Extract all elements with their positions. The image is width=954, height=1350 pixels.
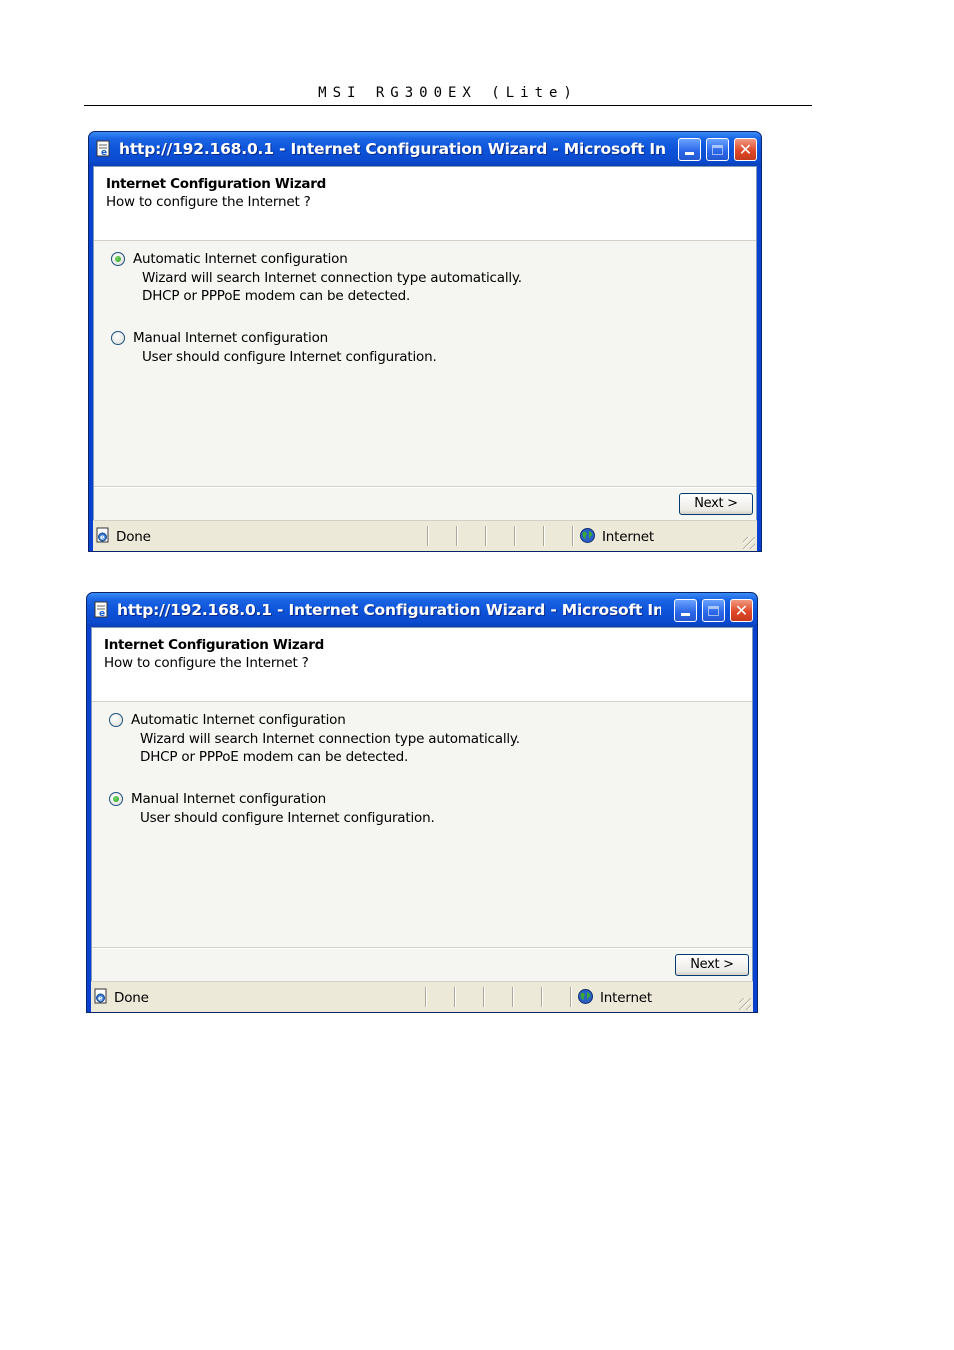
minimize-icon bbox=[685, 152, 694, 155]
wizard-header: Internet Configuration Wizard How to con… bbox=[92, 628, 752, 702]
status-divider bbox=[572, 526, 574, 546]
maximize-button[interactable] bbox=[706, 138, 729, 161]
option-automatic-desc-2: DHCP or PPPoE modem can be detected. bbox=[140, 749, 409, 765]
close-icon: ✕ bbox=[738, 140, 753, 159]
window-title: http://192.168.0.1 - Internet Configurat… bbox=[117, 601, 661, 619]
maximize-icon bbox=[712, 144, 723, 155]
status-divider bbox=[456, 526, 458, 546]
window-title: http://192.168.0.1 - Internet Configurat… bbox=[119, 140, 665, 158]
title-bar[interactable]: e http://192.168.0.1 - Internet Configur… bbox=[89, 132, 761, 166]
option-manual-label[interactable]: Manual Internet configuration bbox=[131, 791, 326, 807]
next-button[interactable]: Next > bbox=[679, 493, 753, 515]
zone-text: Internet bbox=[602, 529, 655, 545]
minimize-icon bbox=[681, 613, 690, 616]
status-divider bbox=[514, 526, 516, 546]
status-divider bbox=[512, 987, 514, 1007]
next-button[interactable]: Next > bbox=[675, 954, 749, 976]
wizard-window-manual: e http://192.168.0.1 - Internet Configur… bbox=[86, 592, 758, 1013]
option-automatic-desc-2: DHCP or PPPoE modem can be detected. bbox=[142, 288, 411, 304]
status-bar: e Done Internet bbox=[91, 981, 753, 1012]
status-text: Done bbox=[116, 529, 151, 545]
close-button[interactable]: ✕ bbox=[730, 599, 753, 622]
status-divider bbox=[427, 526, 429, 546]
status-divider bbox=[485, 526, 487, 546]
svg-text:e: e bbox=[98, 995, 103, 1003]
wizard-subtitle: How to configure the Internet ? bbox=[106, 194, 311, 210]
status-divider bbox=[570, 987, 572, 1007]
radio-manual[interactable] bbox=[111, 331, 125, 345]
wizard-body: Automatic Internet configuration Wizard … bbox=[94, 241, 756, 486]
document-header: MSI RG300EX (Lite) bbox=[84, 84, 812, 106]
wizard-client-area: Internet Configuration Wizard How to con… bbox=[93, 166, 757, 521]
radio-manual[interactable] bbox=[109, 792, 123, 806]
status-text: Done bbox=[114, 990, 149, 1006]
option-manual-desc-1: User should configure Internet configura… bbox=[142, 349, 437, 365]
wizard-client-area: Internet Configuration Wizard How to con… bbox=[91, 627, 753, 982]
ie-page-icon: e bbox=[94, 988, 107, 1004]
wizard-title: Internet Configuration Wizard bbox=[104, 637, 324, 653]
close-button[interactable]: ✕ bbox=[734, 138, 757, 161]
radio-automatic[interactable] bbox=[109, 713, 123, 727]
wizard-header: Internet Configuration Wizard How to con… bbox=[94, 167, 756, 241]
wizard-body: Automatic Internet configuration Wizard … bbox=[92, 702, 752, 947]
svg-text:e: e bbox=[99, 609, 105, 619]
option-automatic-desc-1: Wizard will search Internet connection t… bbox=[140, 731, 520, 747]
wizard-window-automatic: e http://192.168.0.1 - Internet Configur… bbox=[88, 131, 762, 552]
option-manual-desc-1: User should configure Internet configura… bbox=[140, 810, 435, 826]
option-manual-label[interactable]: Manual Internet configuration bbox=[133, 330, 328, 346]
ie-page-icon: e bbox=[96, 527, 109, 543]
radio-automatic[interactable] bbox=[111, 252, 125, 266]
internet-globe-icon bbox=[580, 528, 595, 543]
minimize-button[interactable] bbox=[674, 599, 697, 622]
svg-text:e: e bbox=[100, 534, 105, 542]
close-icon: ✕ bbox=[734, 601, 749, 620]
internet-globe-icon bbox=[578, 989, 593, 1004]
svg-text:e: e bbox=[101, 148, 107, 158]
option-automatic-label[interactable]: Automatic Internet configuration bbox=[133, 251, 348, 267]
ie-page-icon: e bbox=[94, 601, 108, 619]
resize-grip[interactable] bbox=[743, 537, 755, 549]
ie-page-icon: e bbox=[96, 140, 110, 158]
wizard-subtitle: How to configure the Internet ? bbox=[104, 655, 309, 671]
status-bar: e Done Internet bbox=[93, 520, 757, 551]
status-divider bbox=[483, 987, 485, 1007]
option-automatic-desc-1: Wizard will search Internet connection t… bbox=[142, 270, 522, 286]
status-divider bbox=[541, 987, 543, 1007]
zone-text: Internet bbox=[600, 990, 653, 1006]
status-divider bbox=[425, 987, 427, 1007]
wizard-footer: Next > bbox=[94, 486, 756, 520]
maximize-icon bbox=[708, 605, 719, 616]
wizard-title: Internet Configuration Wizard bbox=[106, 176, 326, 192]
option-automatic-label[interactable]: Automatic Internet configuration bbox=[131, 712, 346, 728]
wizard-footer: Next > bbox=[92, 947, 752, 981]
status-divider bbox=[543, 526, 545, 546]
maximize-button[interactable] bbox=[702, 599, 725, 622]
resize-grip[interactable] bbox=[739, 998, 751, 1010]
status-divider bbox=[454, 987, 456, 1007]
title-bar[interactable]: e http://192.168.0.1 - Internet Configur… bbox=[87, 593, 757, 627]
minimize-button[interactable] bbox=[678, 138, 701, 161]
